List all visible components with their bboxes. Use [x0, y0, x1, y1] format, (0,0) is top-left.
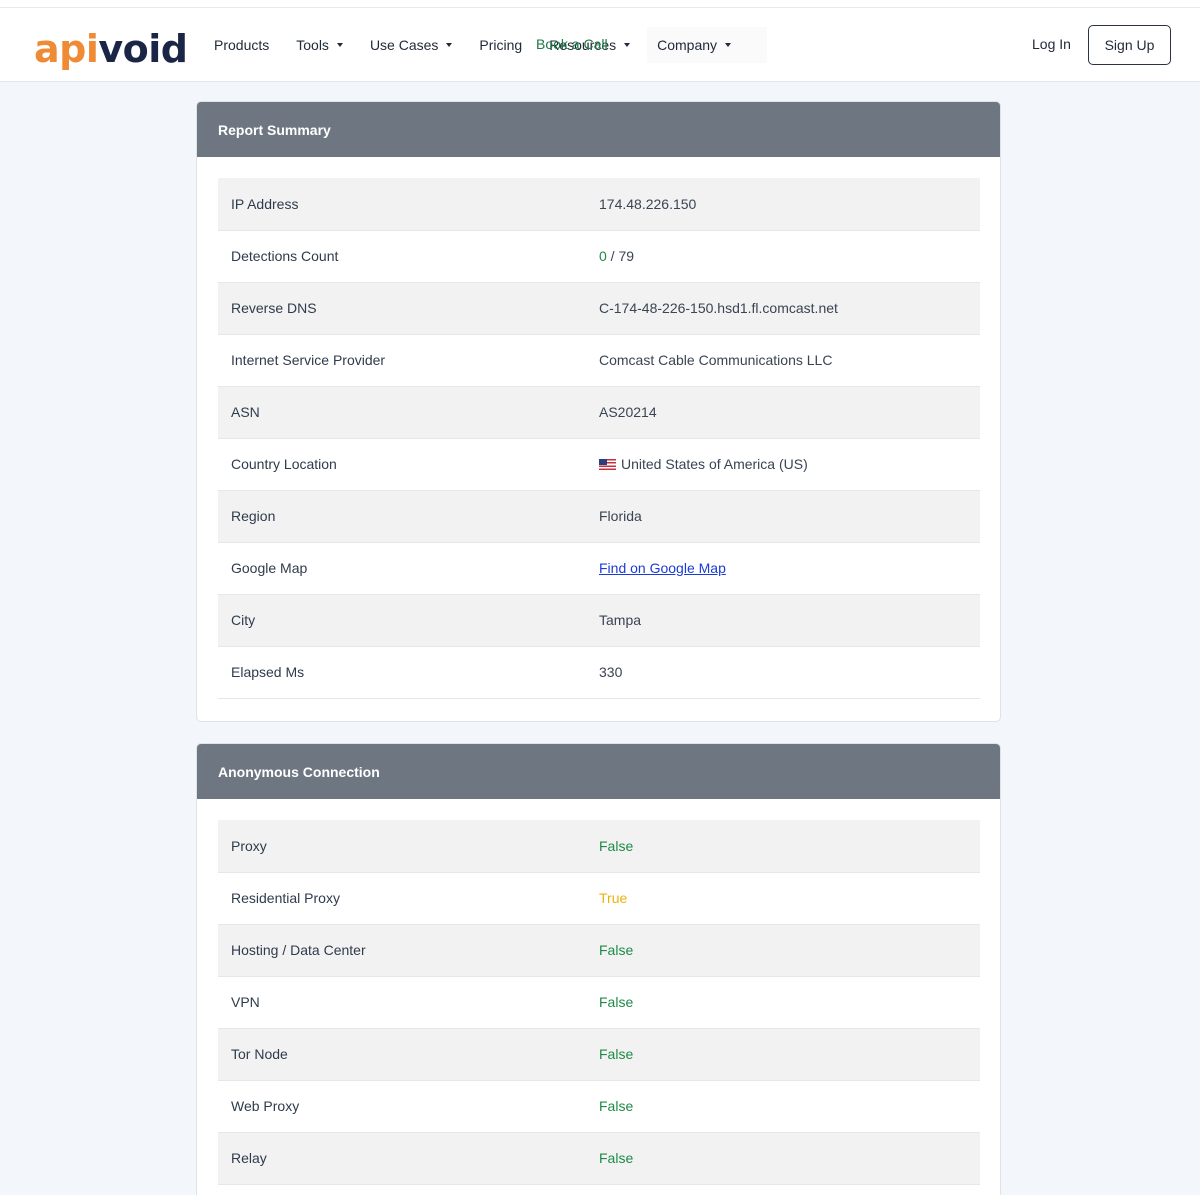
report-summary-header: Report Summary [197, 102, 1000, 157]
us-flag-icon [599, 459, 616, 470]
detections-total: / 79 [606, 248, 635, 264]
anonymous-connection-table: Proxy False Residential Proxy True Hosti… [218, 820, 980, 1185]
row-key: Reverse DNS [231, 300, 317, 316]
table-row: Hosting / Data Center False [218, 924, 980, 976]
row-value: 0 / 79 [599, 230, 980, 282]
report-summary-table: IP Address 174.48.226.150 Detections Cou… [218, 178, 980, 699]
row-key: Relay [231, 1150, 267, 1166]
row-key: Country Location [231, 456, 337, 472]
status-false: False [599, 1150, 634, 1166]
row-key: Region [231, 508, 276, 524]
row-key: Google Map [231, 560, 308, 576]
row-value: Florida [599, 508, 642, 524]
table-row: Country Location United States of Americ… [218, 438, 980, 490]
table-row: Residential Proxy True [218, 872, 980, 924]
status-false: False [599, 1046, 634, 1062]
row-key: Hosting / Data Center [231, 942, 366, 958]
book-a-call-link[interactable]: Book a Call [536, 36, 608, 52]
table-row: Internet Service Provider Comcast Cable … [218, 334, 980, 386]
table-row: City Tampa [218, 594, 980, 646]
country-name: United States of America (US) [621, 456, 808, 472]
row-key: Residential Proxy [231, 890, 340, 906]
row-key: Detections Count [231, 248, 339, 264]
top-strip [0, 0, 1200, 8]
row-key: ASN [231, 404, 260, 420]
row-key: City [231, 612, 256, 628]
row-key: Internet Service Provider [231, 352, 386, 368]
status-false: False [599, 994, 634, 1010]
row-value: Comcast Cable Communications LLC [599, 352, 833, 368]
nav-tools[interactable]: Tools [296, 37, 343, 53]
table-row: Detections Count 0 / 79 [218, 230, 980, 282]
table-row: Elapsed Ms 330 [218, 646, 980, 698]
status-false: False [599, 837, 634, 854]
row-key: Web Proxy [231, 1098, 300, 1114]
table-row: Region Florida [218, 490, 980, 542]
nav-company[interactable]: Company [647, 27, 768, 63]
row-key: VPN [231, 994, 260, 1010]
google-map-link[interactable]: Find on Google Map [599, 560, 726, 576]
signup-button[interactable]: Sign Up [1088, 25, 1171, 65]
login-link[interactable]: Log In [1032, 36, 1071, 52]
row-value: Tampa [599, 612, 642, 628]
row-value: AS20214 [599, 404, 657, 420]
caret-down-icon [624, 43, 631, 47]
row-value: 174.48.226.150 [599, 195, 697, 212]
nav-products[interactable]: Products [214, 37, 269, 53]
detections-count: 0 [599, 248, 607, 264]
anonymous-connection-card: Anonymous Connection Proxy False Residen… [196, 743, 1001, 1195]
status-true: True [599, 890, 628, 906]
table-row: Relay False [218, 1132, 980, 1184]
top-navbar: api void Products Tools Use Cases Pricing… [0, 8, 1200, 82]
caret-down-icon [725, 43, 732, 47]
caret-down-icon [446, 43, 453, 47]
main-menu: Products Tools Use Cases Pricing Resourc… [214, 8, 768, 82]
row-key: Elapsed Ms [231, 664, 305, 680]
nav-pricing[interactable]: Pricing [479, 37, 522, 53]
table-row: Web Proxy False [218, 1080, 980, 1132]
nav-use-cases[interactable]: Use Cases [370, 37, 453, 53]
row-value: C-174-48-226-150.hsd1.fl.comcast.net [599, 300, 838, 316]
row-value: Find on Google Map [599, 542, 980, 594]
row-value: 330 [599, 664, 623, 680]
table-row: Google Map Find on Google Map [218, 542, 980, 594]
table-row: IP Address 174.48.226.150 [218, 178, 980, 230]
report-summary-card: Report Summary IP Address 174.48.226.150… [196, 101, 1001, 722]
anonymous-connection-header: Anonymous Connection [197, 744, 1000, 799]
table-row: ASN AS20214 [218, 386, 980, 438]
caret-down-icon [336, 43, 343, 47]
table-row: VPN False [218, 976, 980, 1028]
apivoid-logo[interactable]: api void [34, 18, 188, 68]
row-key: Proxy [231, 837, 267, 854]
row-key: IP Address [231, 195, 299, 212]
row-value: United States of America (US) [599, 438, 980, 490]
table-row: Tor Node False [218, 1028, 980, 1080]
status-false: False [599, 1098, 634, 1114]
table-row: Proxy False [218, 820, 980, 872]
status-false: False [599, 942, 634, 958]
table-row: Reverse DNS C-174-48-226-150.hsd1.fl.com… [218, 282, 980, 334]
row-key: Tor Node [231, 1046, 288, 1062]
